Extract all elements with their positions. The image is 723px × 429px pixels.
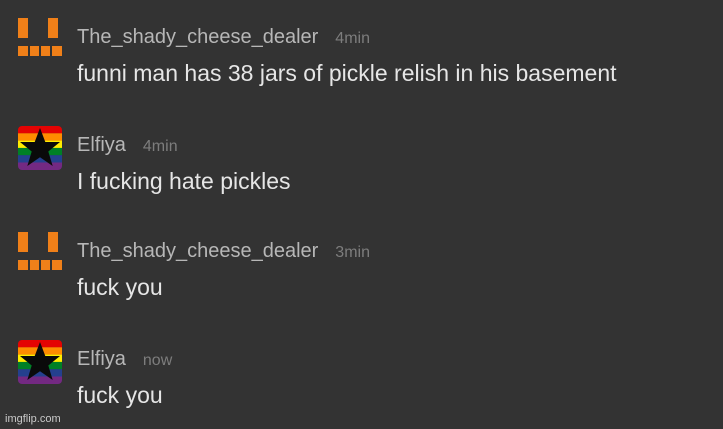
username[interactable]: The_shady_cheese_dealer: [77, 26, 318, 49]
username[interactable]: The_shady_cheese_dealer: [77, 240, 318, 263]
imgflip-watermark: imgflip.com: [5, 413, 61, 425]
timestamp: now: [142, 352, 173, 369]
username[interactable]: Elfiya: [77, 134, 126, 157]
chat-message: The_shady_cheese_dealer 3min fuck you: [0, 228, 723, 318]
message-header: Elfiya now: [77, 348, 172, 374]
message-text: funni man has 38 jars of pickle relish i…: [77, 60, 617, 86]
chat-message: Elfiya 4min I fucking hate pickles: [0, 122, 723, 212]
timestamp: 4min: [142, 138, 178, 155]
message-text: I fucking hate pickles: [77, 168, 291, 194]
username[interactable]: Elfiya: [77, 348, 126, 371]
message-text: fuck you: [77, 382, 163, 408]
chat-message: The_shady_cheese_dealer 4min funni man h…: [0, 14, 723, 104]
message-header: The_shady_cheese_dealer 3min: [77, 240, 370, 266]
message-header: Elfiya 4min: [77, 134, 178, 160]
orange-face-avatar[interactable]: [18, 232, 64, 278]
chat-log: The_shady_cheese_dealer 4min funni man h…: [0, 0, 723, 429]
chat-message: Elfiya now fuck you: [0, 336, 723, 426]
message-header: The_shady_cheese_dealer 4min: [77, 26, 370, 52]
rainbow-star-avatar[interactable]: [18, 126, 64, 172]
rainbow-star-avatar[interactable]: [18, 340, 64, 386]
orange-face-avatar[interactable]: [18, 18, 64, 64]
timestamp: 4min: [335, 30, 370, 47]
timestamp: 3min: [335, 244, 370, 261]
message-text: fuck you: [77, 274, 163, 300]
